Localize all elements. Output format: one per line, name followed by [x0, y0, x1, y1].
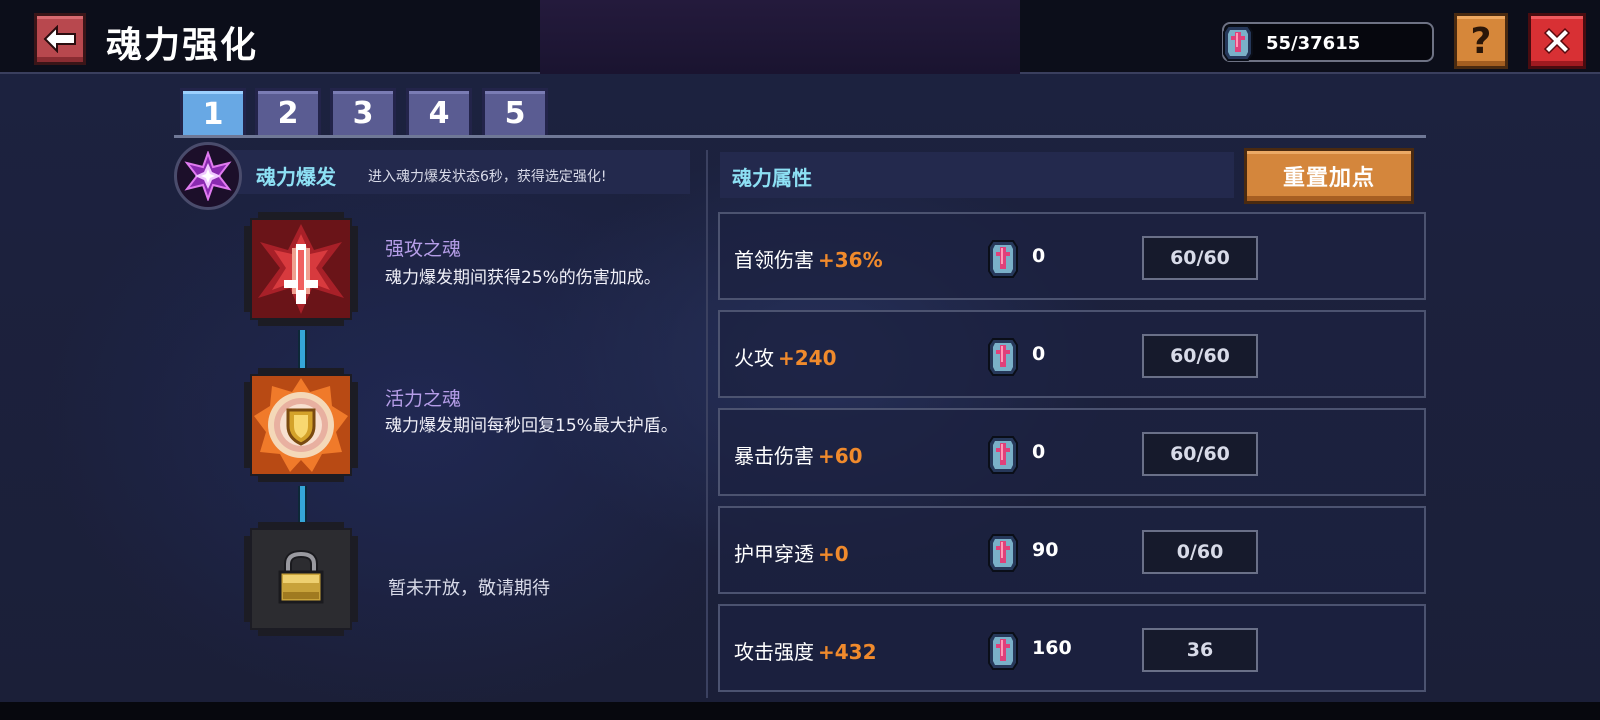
lock-icon [252, 530, 350, 628]
locked-skill-text: 暂未开放，敬请期待 [388, 578, 550, 599]
attribute-row-attack-power: 攻击强度 +432 160 36 [718, 604, 1426, 692]
tab-4[interactable]: 4 [406, 88, 472, 136]
soul-crystal-icon [988, 632, 1018, 670]
soul-crystal-icon [1223, 25, 1253, 61]
skill-slot-attack-soul[interactable] [244, 212, 358, 326]
attribute-row-fire-attack: 火攻 +240 0 60/60 [718, 310, 1426, 398]
attribute-bonus: +240 [778, 346, 837, 370]
soul-power-screen: 魂力强化 55/37615 ? 1 2 3 4 5 魂力爆发 进入魂力爆发状态6… [0, 0, 1600, 720]
close-icon [1543, 27, 1571, 55]
attribute-row-armor-penetration: 护甲穿透 +0 90 0/60 [718, 506, 1426, 594]
tab-5[interactable]: 5 [482, 88, 548, 136]
soul-crystal-icon [988, 240, 1018, 278]
attribute-level-button[interactable]: 60/60 [1142, 432, 1258, 476]
close-button[interactable] [1528, 13, 1586, 69]
skill-name: 强攻之魂 [385, 238, 462, 260]
attribute-level-button[interactable]: 0/60 [1142, 530, 1258, 574]
soul-burst-icon [174, 142, 242, 210]
attribute-cost: 0 [1032, 245, 1046, 267]
skill-slot-locked[interactable] [244, 522, 358, 636]
attribute-cost: 160 [1032, 637, 1072, 659]
skill-connector [298, 486, 307, 522]
attribute-level-button[interactable]: 60/60 [1142, 334, 1258, 378]
skill-description: 魂力爆发期间获得25%的伤害加成。 [385, 268, 661, 288]
burst-crystal-icon [184, 151, 232, 201]
back-arrow-icon [43, 25, 76, 53]
tab-2[interactable]: 2 [255, 88, 321, 136]
soul-crystal-icon [988, 436, 1018, 474]
attribute-bonus: +0 [818, 542, 849, 566]
attribute-bonus: +432 [818, 640, 877, 664]
skill-description: 魂力爆发期间每秒回复15%最大护盾。 [385, 416, 678, 436]
soul-crystal-icon [988, 534, 1018, 572]
tab-3[interactable]: 3 [330, 88, 396, 136]
attribute-bonus: +36% [818, 248, 883, 272]
attack-soul-icon [252, 220, 350, 318]
attribute-label: 攻击强度 +432 [734, 640, 877, 664]
currency-value: 55/37615 [1266, 33, 1361, 54]
top-bar: 魂力强化 55/37615 ? [0, 0, 1600, 74]
page-title: 魂力强化 [106, 25, 259, 66]
soul-currency-display: 55/37615 [1222, 22, 1434, 62]
top-bar-glow [540, 0, 1020, 74]
tab-1[interactable]: 1 [180, 88, 246, 138]
vitality-soul-icon [252, 376, 350, 474]
soul-burst-description: 进入魂力爆发状态6秒，获得选定强化! [368, 169, 607, 185]
attribute-label: 火攻 +240 [734, 346, 837, 370]
skill-slot-vitality-soul[interactable] [244, 368, 358, 482]
soul-attributes-title: 魂力属性 [732, 166, 812, 190]
soul-crystal-icon [988, 338, 1018, 376]
attribute-label: 护甲穿透 +0 [734, 542, 849, 566]
attribute-cost: 0 [1032, 441, 1046, 463]
reset-points-button[interactable]: 重置加点 [1244, 148, 1414, 204]
back-button[interactable] [34, 13, 86, 65]
attribute-cost: 0 [1032, 343, 1046, 365]
skill-name: 活力之魂 [385, 388, 462, 410]
attribute-bonus: +60 [818, 444, 863, 468]
attribute-row-crit-damage: 暴击伤害 +60 0 60/60 [718, 408, 1426, 496]
attribute-cost: 90 [1032, 539, 1059, 561]
attribute-label: 暴击伤害 +60 [734, 444, 863, 468]
attribute-level-button[interactable]: 36 [1142, 628, 1258, 672]
panel-divider [706, 150, 708, 698]
attribute-label: 首领伤害 +36% [734, 248, 883, 272]
tabs-divider [174, 135, 1426, 138]
bottom-strip [0, 702, 1600, 720]
help-button[interactable]: ? [1454, 13, 1508, 69]
soul-burst-title: 魂力爆发 [256, 165, 336, 189]
attribute-level-button[interactable]: 60/60 [1142, 236, 1258, 280]
attribute-row-boss-damage: 首领伤害 +36% 0 60/60 [718, 212, 1426, 300]
skill-connector [298, 330, 307, 368]
question-mark-icon: ? [1470, 20, 1492, 62]
